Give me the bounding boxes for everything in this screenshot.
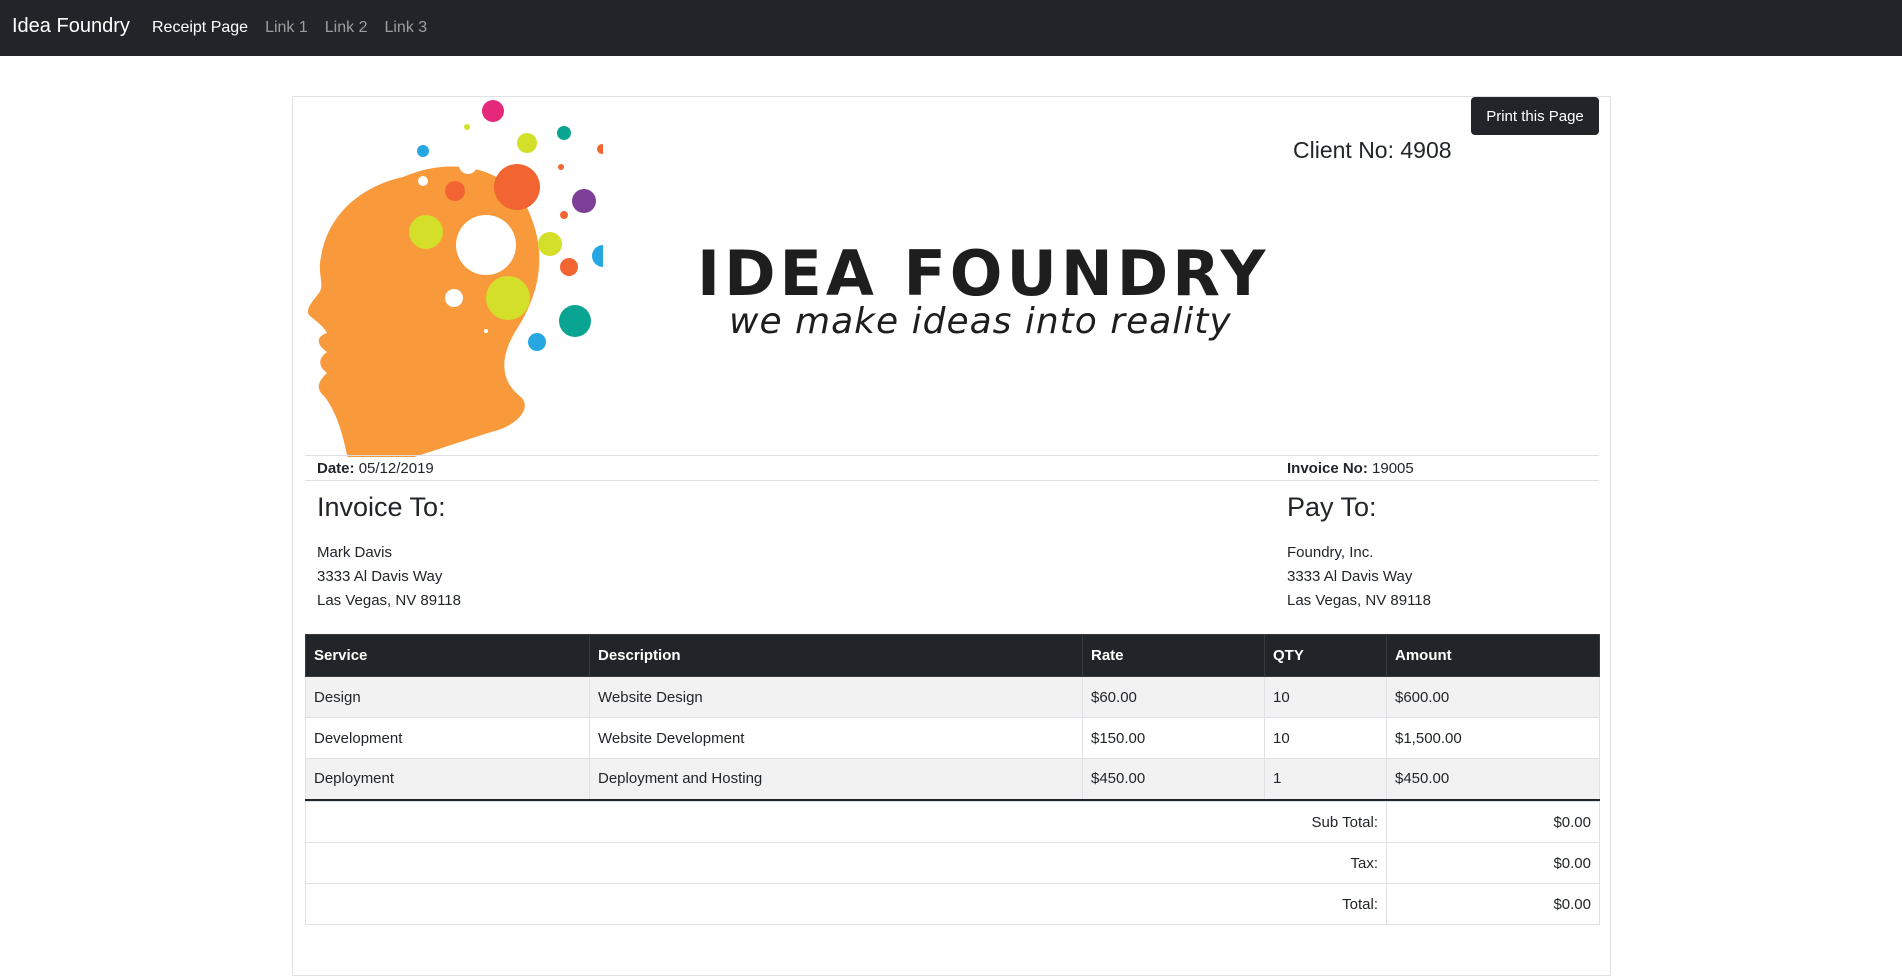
bubble (528, 333, 546, 351)
client-number: Client No: 4908 (1293, 137, 1452, 164)
nav-link-2[interactable]: Link 2 (325, 19, 368, 37)
cell-description: Website Development (589, 717, 1083, 759)
tax-value: $0.00 (1386, 842, 1600, 884)
logo-title: IDEA FOUNDRY (697, 237, 1270, 310)
cell-service: Design (305, 676, 590, 718)
bubble (418, 176, 428, 186)
date-label: Date: (317, 460, 355, 477)
col-header-description: Description (589, 634, 1083, 677)
cell-amount: $1,500.00 (1386, 717, 1600, 759)
table-row: Design Website Design $60.00 10 $600.00 (305, 676, 1600, 718)
head-with-bubbles-logo (308, 100, 603, 457)
invoice-no-label: Invoice No: (1287, 460, 1368, 477)
navbar-brand[interactable]: Idea Foundry (12, 15, 130, 38)
invoice-date: Date: 05/12/2019 (317, 460, 434, 477)
invoice-to-street: 3333 Al Davis Way (317, 568, 443, 585)
total-label: Total: (305, 883, 1387, 925)
pay-to-address: Foundry, Inc. 3333 Al Davis Way Las Vega… (1287, 541, 1431, 613)
bubble (538, 232, 562, 256)
receipt-card: Print this Page Client No: 4908 IDEA FOU… (292, 96, 1611, 976)
bubble (459, 156, 477, 174)
table-header-row: Service Description Rate QTY Amount (305, 634, 1600, 677)
invoice-to-city: Las Vegas, NV 89118 (317, 592, 461, 609)
col-header-rate: Rate (1082, 634, 1265, 677)
bubble (557, 126, 571, 140)
bubble (417, 145, 429, 157)
col-header-amount: Amount (1386, 634, 1600, 677)
cell-rate: $60.00 (1082, 676, 1265, 718)
bubble (559, 305, 591, 337)
cell-amount: $450.00 (1386, 758, 1600, 801)
col-header-qty: QTY (1264, 634, 1387, 677)
invoice-no-value: 19005 (1372, 460, 1414, 477)
table-row: Development Website Development $150.00 … (305, 717, 1600, 759)
cell-qty: 1 (1264, 758, 1387, 801)
bubble (464, 124, 470, 130)
nav-link-3[interactable]: Link 3 (384, 19, 427, 37)
invoice-to-heading: Invoice To: (317, 492, 446, 522)
total-row: Total: $0.00 (305, 883, 1600, 925)
logo-tagline: we make ideas into reality (729, 301, 1232, 342)
subtotal-label: Sub Total: (305, 801, 1387, 843)
nav-link-receipt-page[interactable]: Receipt Page (152, 19, 248, 37)
cell-rate: $150.00 (1082, 717, 1265, 759)
top-navbar: Idea Foundry Receipt Page Link 1 Link 2 … (0, 0, 1902, 56)
pay-to-street: 3333 Al Davis Way (1287, 568, 1413, 585)
bubble (560, 258, 578, 276)
cell-amount: $600.00 (1386, 676, 1600, 718)
bubble (597, 144, 603, 154)
cell-service: Development (305, 717, 590, 759)
totals-table: Sub Total: $0.00 Tax: $0.00 Total: $0.00 (305, 801, 1600, 925)
bubble (560, 211, 568, 219)
cell-description: Website Design (589, 676, 1083, 718)
bubble (486, 276, 530, 320)
cell-qty: 10 (1264, 676, 1387, 718)
client-no-value: 4908 (1400, 137, 1452, 163)
col-header-service: Service (305, 634, 590, 677)
subtotal-row: Sub Total: $0.00 (305, 801, 1600, 843)
bubble (445, 181, 465, 201)
bubble (456, 215, 516, 275)
invoice-number: Invoice No: 19005 (1287, 460, 1414, 477)
bubble (572, 189, 596, 213)
pay-to-city: Las Vegas, NV 89118 (1287, 592, 1431, 609)
total-value: $0.00 (1386, 883, 1600, 925)
bubble (558, 164, 564, 170)
client-no-label: Client No: (1293, 137, 1394, 163)
tax-label: Tax: (305, 842, 1387, 884)
pay-to-heading: Pay To: (1287, 492, 1377, 522)
nav-links: Receipt Page Link 1 Link 2 Link 3 (152, 19, 427, 37)
bubble (484, 329, 488, 333)
tax-row: Tax: $0.00 (305, 842, 1600, 884)
nav-link-1[interactable]: Link 1 (265, 19, 308, 37)
bubble (517, 133, 537, 153)
bubble (494, 164, 540, 210)
invoice-to-name: Mark Davis (317, 544, 393, 561)
bubble (592, 245, 603, 267)
invoice-items-table: Service Description Rate QTY Amount Desi… (305, 634, 1600, 801)
cell-qty: 10 (1264, 717, 1387, 759)
cell-service: Deployment (305, 758, 590, 801)
pay-to-name: Foundry, Inc. (1287, 544, 1374, 561)
bubble (482, 100, 504, 122)
invoice-info-row: Date: 05/12/2019 Invoice No: 19005 (305, 455, 1599, 481)
cell-description: Deployment and Hosting (589, 758, 1083, 801)
date-value: 05/12/2019 (358, 460, 434, 477)
bubble (445, 289, 463, 307)
cell-rate: $450.00 (1082, 758, 1265, 801)
table-row: Deployment Deployment and Hosting $450.0… (305, 758, 1600, 801)
subtotal-value: $0.00 (1386, 801, 1600, 843)
invoice-to-address: Mark Davis 3333 Al Davis Way Las Vegas, … (317, 541, 461, 613)
bubble (409, 215, 443, 249)
print-page-button[interactable]: Print this Page (1471, 97, 1599, 135)
